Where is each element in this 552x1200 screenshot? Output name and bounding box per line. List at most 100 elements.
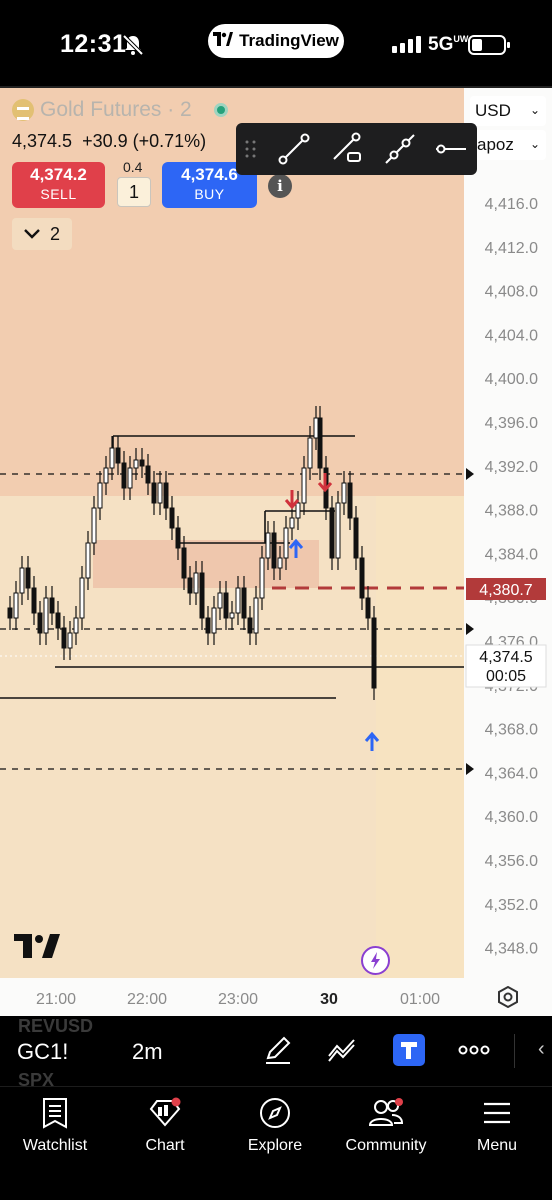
candle-body: [277, 557, 283, 569]
network-label: 5GUW: [428, 34, 468, 56]
candle-body: [97, 482, 103, 509]
candle-body: [127, 467, 133, 489]
candle-body: [289, 517, 295, 529]
price-axis-label: 4,348.0: [485, 941, 538, 958]
candle-body: [163, 482, 169, 509]
trading-panel-icon[interactable]: [393, 1034, 425, 1066]
chart-canvas[interactable]: 4,416.0 4,412.0 4,408.0 4,404.0 4,400.0 4,396…: [0, 88, 552, 1016]
currency-value: USD: [475, 101, 511, 120]
candle-body: [13, 592, 19, 619]
sell-price: 4,374.2: [30, 165, 87, 184]
tab-label: Watchlist: [22, 1137, 88, 1154]
candle-body: [37, 612, 43, 634]
order-line-label: 4,380.7: [479, 582, 532, 599]
clock: 12:31: [60, 30, 127, 58]
symbol-toolbar: REVUSD GC1! 2m ‹ SPX: [0, 1016, 552, 1090]
more-icon[interactable]: [458, 1034, 490, 1066]
ray-icon[interactable]: [333, 132, 361, 162]
sell-button[interactable]: 4,374.2 SELL: [12, 162, 105, 208]
tab-menu[interactable]: Menu: [442, 1097, 552, 1155]
price-axis-label: 4,356.0: [485, 853, 538, 870]
candle-body: [67, 632, 73, 649]
candle-body: [253, 597, 259, 634]
price-axis-label: 4,364.0: [485, 765, 538, 782]
scale-select[interactable]: apoz ⌄: [470, 130, 546, 160]
chart-area[interactable]: 4,416.0 4,412.0 4,408.0 4,404.0 4,400.0 4,396…: [0, 86, 552, 1016]
candle-body: [19, 567, 25, 594]
candle-body: [181, 547, 187, 579]
extended-line-icon[interactable]: [385, 134, 415, 164]
candle-body: [301, 467, 307, 504]
tab-watchlist[interactable]: Watchlist: [0, 1097, 110, 1155]
tab-chart[interactable]: Chart: [110, 1097, 220, 1155]
price-axis-label: 4,396.0: [485, 415, 538, 432]
candle-body: [359, 557, 365, 599]
candle-body: [145, 465, 151, 484]
tab-label: Chart: [145, 1137, 185, 1154]
bell-slash-icon: [122, 34, 144, 56]
tab-label: Menu: [476, 1137, 518, 1154]
candle-body: [295, 502, 301, 519]
candle-body: [313, 417, 319, 439]
chart-icon: [149, 1097, 181, 1127]
compass-icon: [260, 1098, 290, 1128]
candle-body: [79, 577, 85, 619]
status-bar: 12:31 TradingView 5GUW: [0, 0, 552, 86]
price-axis-label: 4,384.0: [485, 546, 538, 563]
price-axis-label: 4,368.0: [485, 722, 538, 739]
ghost-symbol-above: REVUSD: [18, 1016, 94, 1036]
candle-body: [335, 502, 341, 559]
signal-icon: [392, 36, 421, 53]
indicators-icon[interactable]: [326, 1034, 358, 1066]
tab-community[interactable]: Community: [330, 1097, 442, 1155]
symbol-title-text: Gold Futures · 2: [40, 98, 192, 121]
currency-select[interactable]: USD ⌄: [470, 96, 546, 126]
time-axis-label: 22:00: [127, 991, 167, 1008]
candle-body: [235, 587, 241, 614]
spread-value: 0.4: [123, 159, 143, 175]
tab-label: Explore: [247, 1137, 303, 1154]
info-icon[interactable]: i: [268, 174, 292, 198]
candle-body: [193, 572, 199, 594]
network-type: 5G: [428, 34, 454, 55]
price-axis-label: 4,416.0: [485, 196, 538, 213]
collapse-indicators-button[interactable]: 2: [12, 218, 72, 250]
drawing-toolbar: [236, 123, 477, 175]
candle-body: [329, 507, 335, 559]
current-price-label: 4,374.5: [479, 649, 532, 666]
watchlist-icon: [43, 1098, 67, 1129]
candle-body: [307, 437, 313, 469]
time-axis-label: 01:00: [400, 991, 440, 1008]
interval-button[interactable]: 2m: [132, 1039, 163, 1065]
candle-body: [365, 597, 371, 619]
drag-handle-icon[interactable]: [245, 140, 256, 158]
lightning-icon[interactable]: [361, 946, 390, 975]
quantity-field[interactable]: 1: [117, 177, 151, 207]
candle-body: [25, 567, 31, 589]
candle-body: [259, 557, 265, 599]
candle-body: [49, 597, 55, 614]
price-change-line: 4,374.5 +30.9 (+0.71%): [12, 131, 206, 152]
chevron-left-icon[interactable]: ‹: [538, 1038, 545, 1061]
chevron-down-icon: ⌄: [529, 103, 540, 117]
symbol-button[interactable]: GC1!: [17, 1039, 68, 1065]
tradingview-pill[interactable]: TradingView: [208, 24, 344, 58]
candle-body: [61, 627, 67, 649]
settings-icon[interactable]: [497, 986, 519, 1008]
price-axis-label: 4,412.0: [485, 240, 538, 257]
trend-line-icon[interactable]: [278, 133, 310, 165]
drawing-pen-icon[interactable]: [262, 1034, 294, 1066]
candle-body: [371, 617, 377, 689]
horizontal-line-icon[interactable]: [436, 144, 466, 154]
candle-body: [265, 532, 271, 559]
candle-body: [175, 527, 181, 549]
tab-explore[interactable]: Explore: [220, 1097, 330, 1155]
chevron-down-icon: ⌄: [529, 137, 540, 151]
symbol-title[interactable]: Gold Futures · 2: [12, 98, 228, 122]
candle-body: [347, 482, 353, 519]
price-change: +30.9 (+0.71%): [82, 131, 207, 151]
bottom-tab-bar: Watchlist Chart Explore Community Menu: [0, 1086, 552, 1200]
tradingview-pill-label: TradingView: [239, 31, 339, 50]
candle-body: [217, 592, 223, 609]
candle-body: [223, 592, 229, 619]
